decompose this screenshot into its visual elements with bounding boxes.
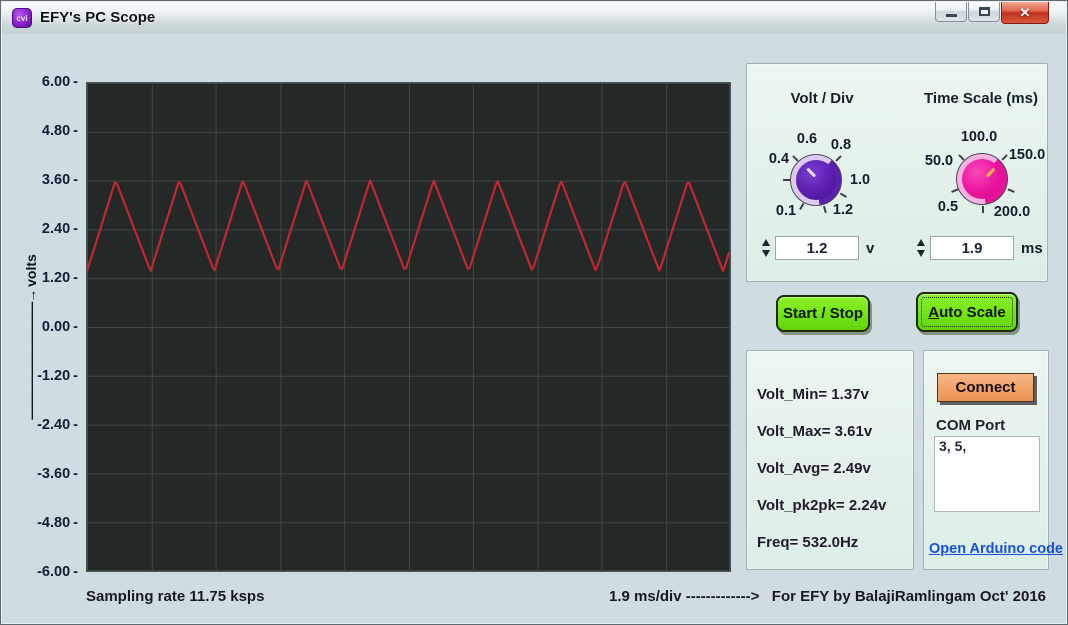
time-scale-spin-buttons[interactable] (914, 236, 927, 260)
y-tick-label: -3.60 (15, 466, 78, 482)
volt-scale-1.0: 1.0 (838, 172, 882, 188)
minimize-button[interactable] (935, 2, 967, 22)
com-port-label: COM Port (936, 417, 1005, 434)
time-scale-200: 200.0 (990, 204, 1034, 220)
spin-down-icon[interactable] (762, 250, 770, 257)
com-port-listbox[interactable]: 3, 5, (934, 436, 1040, 512)
time-scale-100: 100.0 (957, 129, 1001, 145)
y-tick-label: 0.00 (15, 319, 78, 335)
spin-up-icon[interactable] (762, 239, 770, 246)
window-controls: ✕ (934, 2, 1049, 24)
time-scale-150: 150.0 (1005, 147, 1049, 163)
knob-tick (982, 206, 984, 213)
maximize-icon (979, 7, 990, 16)
volt-min-readout: Volt_Min= 1.37v (757, 385, 886, 405)
open-arduino-code-link[interactable]: Open Arduino code (929, 541, 1063, 557)
y-tick-label: 4.80 (15, 123, 78, 139)
volt-div-unit: v (866, 240, 874, 257)
close-button[interactable]: ✕ (1001, 2, 1049, 24)
y-tick-label: 3.60 (15, 172, 78, 188)
time-scale-spinner: 1.9 ms (914, 236, 1043, 260)
measurements-list: Volt_Min= 1.37v Volt_Max= 3.61v Volt_Avg… (757, 385, 886, 553)
knob-tick (835, 155, 841, 161)
cvi-logo-icon: cvi (12, 8, 32, 28)
time-per-div-text: 1.9 ms/div -------------> (609, 588, 759, 605)
time-scale-unit: ms (1021, 240, 1043, 257)
spin-up-icon[interactable] (917, 239, 925, 246)
title-bar[interactable]: cvi EFY's PC Scope ✕ (2, 2, 1066, 34)
time-scale-label: Time Scale (ms) (911, 90, 1051, 107)
knob-tick (1008, 188, 1015, 193)
time-scale-50: 50.0 (917, 153, 961, 169)
y-tick-label: -4.80 (15, 515, 78, 531)
time-scale-knob-pointer (986, 168, 995, 178)
sampling-rate-text: Sampling rate 11.75 ksps (86, 588, 264, 605)
volt-pk2pk-readout: Volt_pk2pk= 2.24v (757, 496, 886, 516)
time-scale-knob[interactable] (956, 153, 1008, 205)
volt-div-knob-pointer (807, 168, 817, 178)
close-icon: ✕ (1020, 5, 1031, 21)
auto-scale-button[interactable]: Auto Scale (916, 292, 1018, 332)
volt-div-spinner: 1.2 v (759, 236, 874, 260)
volt-div-label: Volt / Div (782, 90, 862, 107)
volt-scale-0.1: 0.1 (764, 203, 808, 219)
volt-avg-readout: Volt_Avg= 2.49v (757, 459, 886, 479)
connection-panel: Connect COM Port 3, 5, Open Arduino code (923, 350, 1049, 570)
spin-down-icon[interactable] (917, 250, 925, 257)
y-tick-label: 1.20 (15, 270, 78, 286)
scope-plot (86, 82, 731, 572)
freq-readout: Freq= 532.0Hz (757, 533, 886, 553)
maximize-button[interactable] (968, 2, 1000, 22)
volt-div-value-field[interactable]: 1.2 (775, 236, 859, 260)
y-tick-label: -6.00 (15, 564, 78, 580)
volt-max-readout: Volt_Max= 3.61v (757, 422, 886, 442)
volt-div-spin-buttons[interactable] (759, 236, 772, 260)
time-scale-value-field[interactable]: 1.9 (930, 236, 1014, 260)
y-tick-label: -2.40 (15, 417, 78, 433)
start-stop-button[interactable]: Start / Stop (776, 295, 870, 332)
connect-button[interactable]: Connect (937, 373, 1034, 402)
window-title: EFY's PC Scope (40, 9, 155, 26)
knob-tick (840, 193, 847, 198)
measurements-panel: Volt_Min= 1.37v Volt_Max= 3.61v Volt_Avg… (746, 350, 914, 570)
volt-scale-1.2: 1.2 (821, 202, 865, 218)
time-scale-0.5: 0.5 (926, 199, 970, 215)
main-content: volts 6.00 4.80 3.60 2.40 1.20 0.00 -1.2… (5, 34, 1063, 619)
knob-tick (783, 179, 790, 181)
volt-scale-0.4: 0.4 (757, 151, 801, 167)
y-tick-label: -1.20 (15, 368, 78, 384)
volt-scale-0.8: 0.8 (819, 137, 863, 153)
knob-tick (951, 188, 958, 193)
app-window: cvi EFY's PC Scope ✕ volts 6.00 4.80 3.6… (0, 0, 1068, 625)
credit-text: For EFY by BalajiRamlingam Oct' 2016 (772, 588, 1046, 605)
controls-panel: Volt / Div Time Scale (ms) 0.1 0.4 0.6 0… (746, 63, 1048, 282)
y-tick-label: 2.40 (15, 221, 78, 237)
minimize-icon (946, 14, 957, 17)
y-tick-label: 6.00 (15, 74, 78, 90)
